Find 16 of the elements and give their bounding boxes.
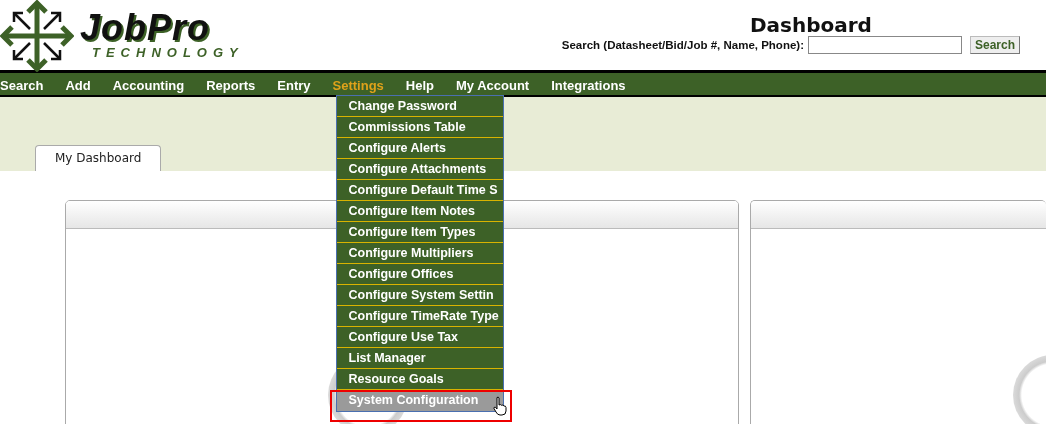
hand-cursor-icon bbox=[492, 395, 507, 416]
page-title: Dashboard bbox=[749, 14, 872, 36]
logo-wordmark: JobPro bbox=[80, 10, 211, 46]
menu-item[interactable]: Help bbox=[405, 77, 434, 93]
menu-item[interactable]: Add bbox=[65, 77, 91, 93]
search-field[interactable] bbox=[807, 36, 962, 54]
tab[interactable]: My Dashboard bbox=[35, 145, 162, 171]
search-button[interactable]: Search bbox=[969, 36, 1020, 54]
menu-item[interactable]: Reports bbox=[206, 77, 256, 93]
menu-item[interactable]: Integrations bbox=[551, 77, 626, 93]
menu-item[interactable]: Search bbox=[0, 77, 44, 93]
menu-item[interactable]: Accounting bbox=[112, 77, 185, 93]
menu-item[interactable]: Entry bbox=[277, 77, 311, 93]
logo-tagline: TECHNOLOGY bbox=[92, 46, 244, 60]
menu-item[interactable]: My Account bbox=[456, 77, 530, 93]
search-label: Search (Datasheet/Bid/Job #, Name, Phone): bbox=[561, 39, 804, 51]
